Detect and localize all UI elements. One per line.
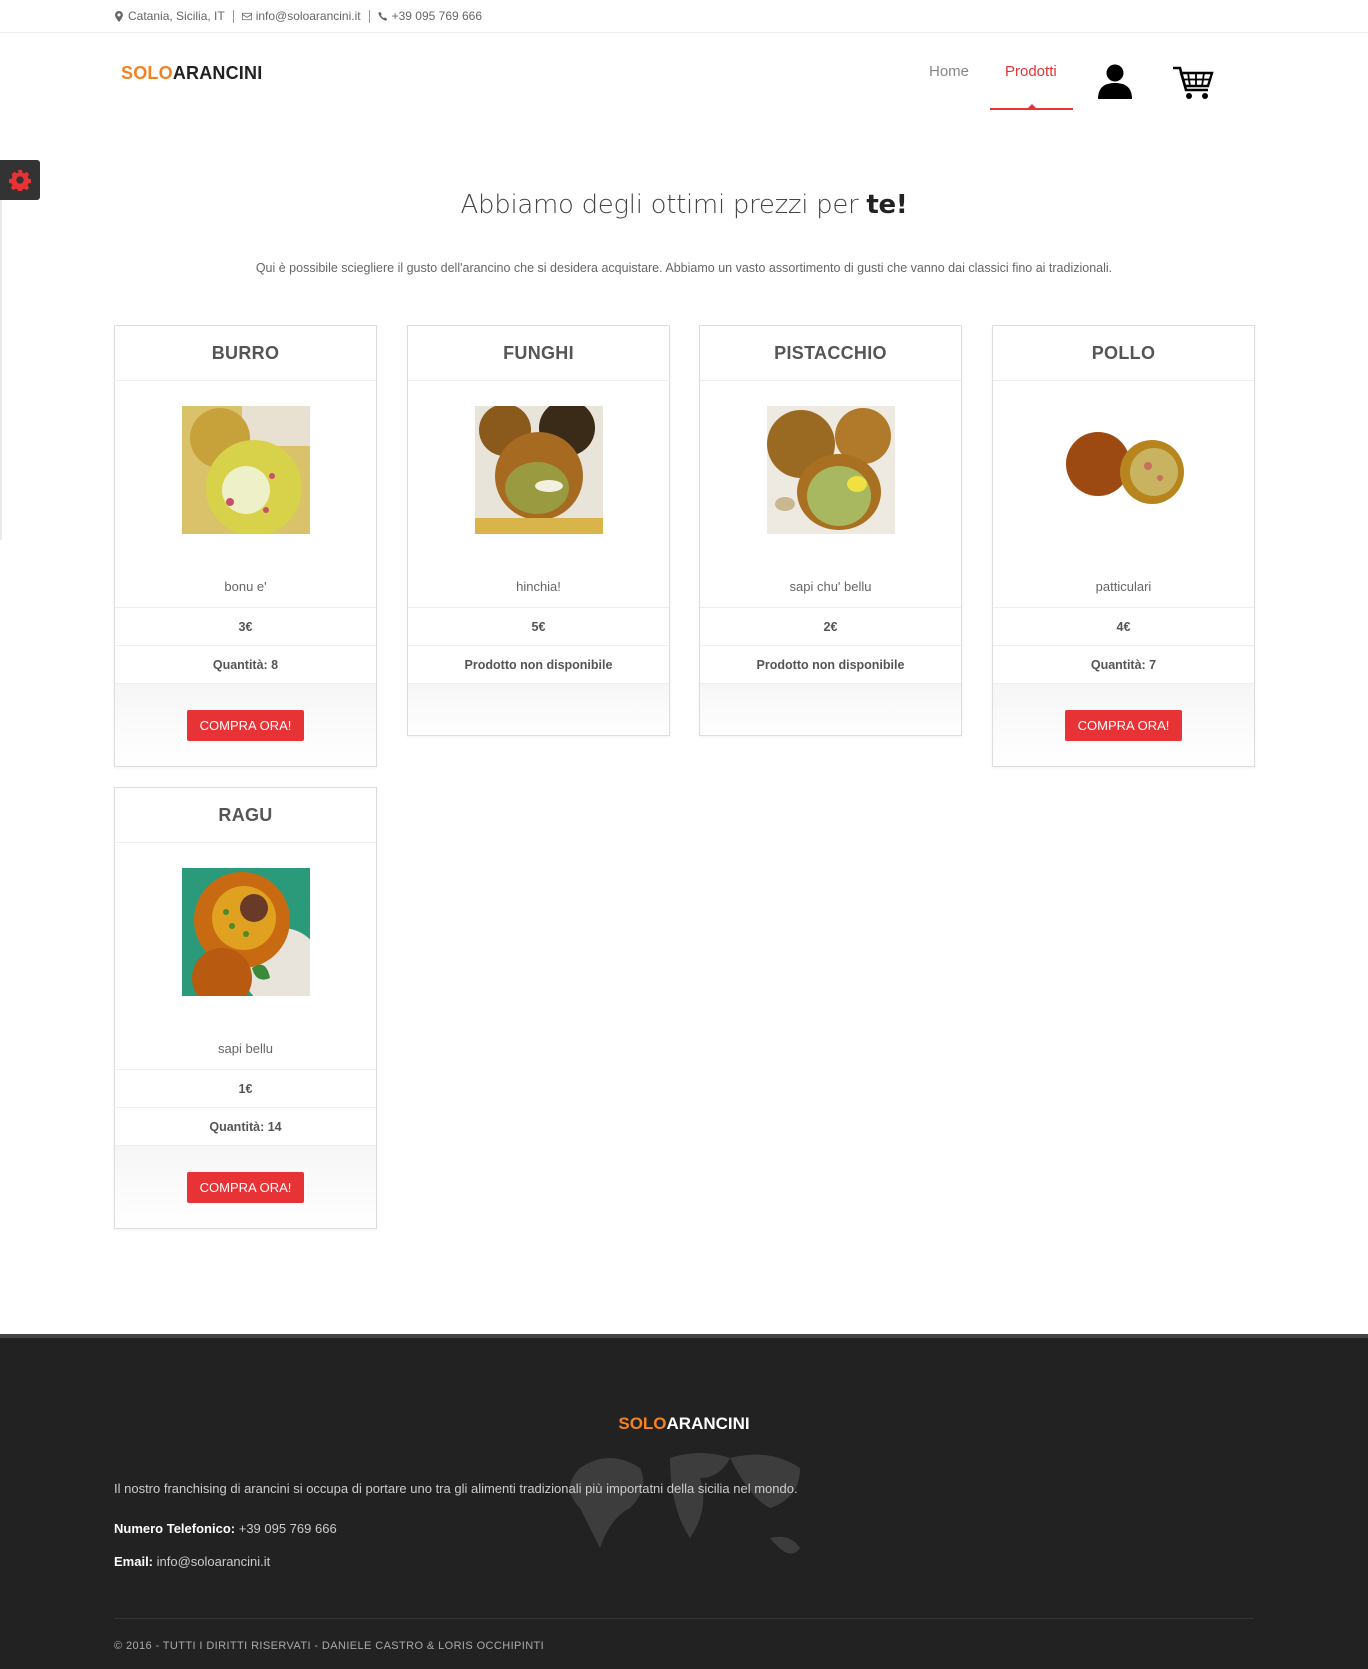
page-subtitle: Qui è possibile sciegliere il gusto dell… — [255, 261, 1113, 275]
buy-now-button[interactable]: COMPRA ORA! — [187, 1171, 304, 1203]
nav-active-caret — [1028, 104, 1036, 108]
footer-email-value[interactable]: info@soloarancini.it — [153, 1554, 271, 1569]
product-description: sapi bellu — [115, 1033, 376, 1070]
footer: SOLOARANCINI Il nostro franchising di ar… — [0, 1334, 1368, 1669]
envelope-icon — [241, 12, 252, 20]
arancino-image — [474, 406, 603, 534]
map-marker-icon — [115, 10, 123, 22]
product-price: 2€ — [700, 608, 961, 646]
divider — [232, 9, 234, 23]
product-quantity: Quantità: 7 — [993, 646, 1254, 684]
footer-phone-value: +39 095 769 666 — [235, 1521, 337, 1536]
product-image — [700, 381, 961, 571]
page-title: Abbiamo degli ottimi prezzi per te! — [0, 190, 1368, 220]
logo-part-arancini: ARANCINI — [172, 63, 263, 83]
footer-logo-part-solo: SOLO — [618, 1414, 667, 1433]
arancino-image — [766, 406, 895, 534]
product-price: 4€ — [993, 608, 1254, 646]
product-price: 3€ — [115, 608, 376, 646]
gear-icon — [9, 169, 31, 191]
topbar-location: Catania, Sicilia, IT — [114, 9, 225, 23]
divider — [368, 9, 370, 23]
email-text[interactable]: info@soloarancini.it — [256, 9, 361, 23]
arancino-image — [181, 868, 310, 996]
header: SOLOARANCINI Home Prodotti — [0, 33, 1368, 113]
product-availability: Prodotto non disponibile — [408, 646, 669, 684]
product-price: 5€ — [408, 608, 669, 646]
logo-part-solo: SOLO — [121, 63, 173, 83]
product-name: BURRO — [115, 326, 376, 381]
site-logo[interactable]: SOLOARANCINI — [121, 63, 262, 84]
user-icon[interactable] — [1097, 63, 1133, 99]
product-description: sapi chu' bellu — [700, 571, 961, 608]
world-map-decoration — [570, 1453, 800, 1554]
footer-email: Email: info@soloarancini.it — [114, 1554, 270, 1569]
product-name: PISTACCHIO — [700, 326, 961, 381]
footer-phone-label: Numero Telefonico: — [114, 1521, 236, 1536]
footer-email-label: Email: — [114, 1554, 154, 1569]
product-name: RAGU — [115, 788, 376, 843]
product-price: 1€ — [115, 1070, 376, 1108]
page-title-emphasis: te! — [866, 190, 908, 220]
buy-now-button[interactable]: COMPRA ORA! — [187, 709, 304, 741]
topbar: Catania, Sicilia, IT info@soloarancini.i… — [0, 0, 1368, 33]
phone-icon — [378, 11, 387, 21]
product-card-pistacchio: PISTACCHIO sapi chu' bellu 2€ Prodotto n… — [699, 325, 962, 736]
product-description: bonu e' — [115, 571, 376, 608]
footer-divider — [114, 1618, 1254, 1619]
product-name: POLLO — [993, 326, 1254, 381]
product-image — [115, 381, 376, 571]
footer-logo[interactable]: SOLOARANCINI — [0, 1414, 1368, 1434]
footer-phone: Numero Telefonico: +39 095 769 666 — [114, 1521, 337, 1536]
product-image — [993, 381, 1254, 571]
product-card-pollo: POLLO patticulari 4€ Quantità: 7 COMPRA … — [992, 325, 1255, 767]
nav-active-indicator — [990, 108, 1073, 110]
cart-icon[interactable] — [1172, 65, 1214, 101]
card-footer: COMPRA ORA! — [115, 1146, 376, 1228]
card-footer — [408, 684, 669, 735]
side-panel-edge — [0, 200, 2, 540]
topbar-email[interactable]: info@soloarancini.it — [241, 9, 361, 23]
product-quantity: Quantità: 8 — [115, 646, 376, 684]
page-title-text: Abbiamo degli ottimi prezzi per — [460, 190, 867, 220]
product-card-funghi: FUNGHI hinchia! 5€ Prodotto non disponib… — [407, 325, 670, 736]
product-quantity: Quantità: 14 — [115, 1108, 376, 1146]
location-text: Catania, Sicilia, IT — [128, 9, 225, 23]
card-footer: COMPRA ORA! — [115, 684, 376, 766]
buy-now-button[interactable]: COMPRA ORA! — [1065, 709, 1182, 741]
topbar-phone: +39 095 769 666 — [378, 9, 482, 23]
nav-home[interactable]: Home — [929, 63, 969, 80]
arancino-image — [1059, 406, 1188, 534]
nav-products[interactable]: Prodotti — [1005, 63, 1057, 80]
product-description: patticulari — [993, 571, 1254, 608]
card-footer: COMPRA ORA! — [993, 684, 1254, 766]
footer-logo-part-arancini: ARANCINI — [666, 1414, 750, 1433]
footer-copyright: © 2016 - TUTTI I DIRITTI RISERVATI - DAN… — [114, 1640, 545, 1652]
card-footer — [700, 684, 961, 735]
product-availability: Prodotto non disponibile — [700, 646, 961, 684]
product-description: hinchia! — [408, 571, 669, 608]
product-card-burro: BURRO bonu e' 3€ Quantità: 8 COMPRA ORA! — [114, 325, 377, 767]
product-name: FUNGHI — [408, 326, 669, 381]
product-image — [408, 381, 669, 571]
phone-text: +39 095 769 666 — [391, 9, 483, 23]
arancino-image — [181, 406, 310, 534]
product-image — [115, 843, 376, 1033]
footer-description: Il nostro franchising di arancini si occ… — [114, 1481, 798, 1496]
product-card-ragu: RAGU sapi bellu 1€ Quantità: 14 COMPRA O… — [114, 787, 377, 1229]
